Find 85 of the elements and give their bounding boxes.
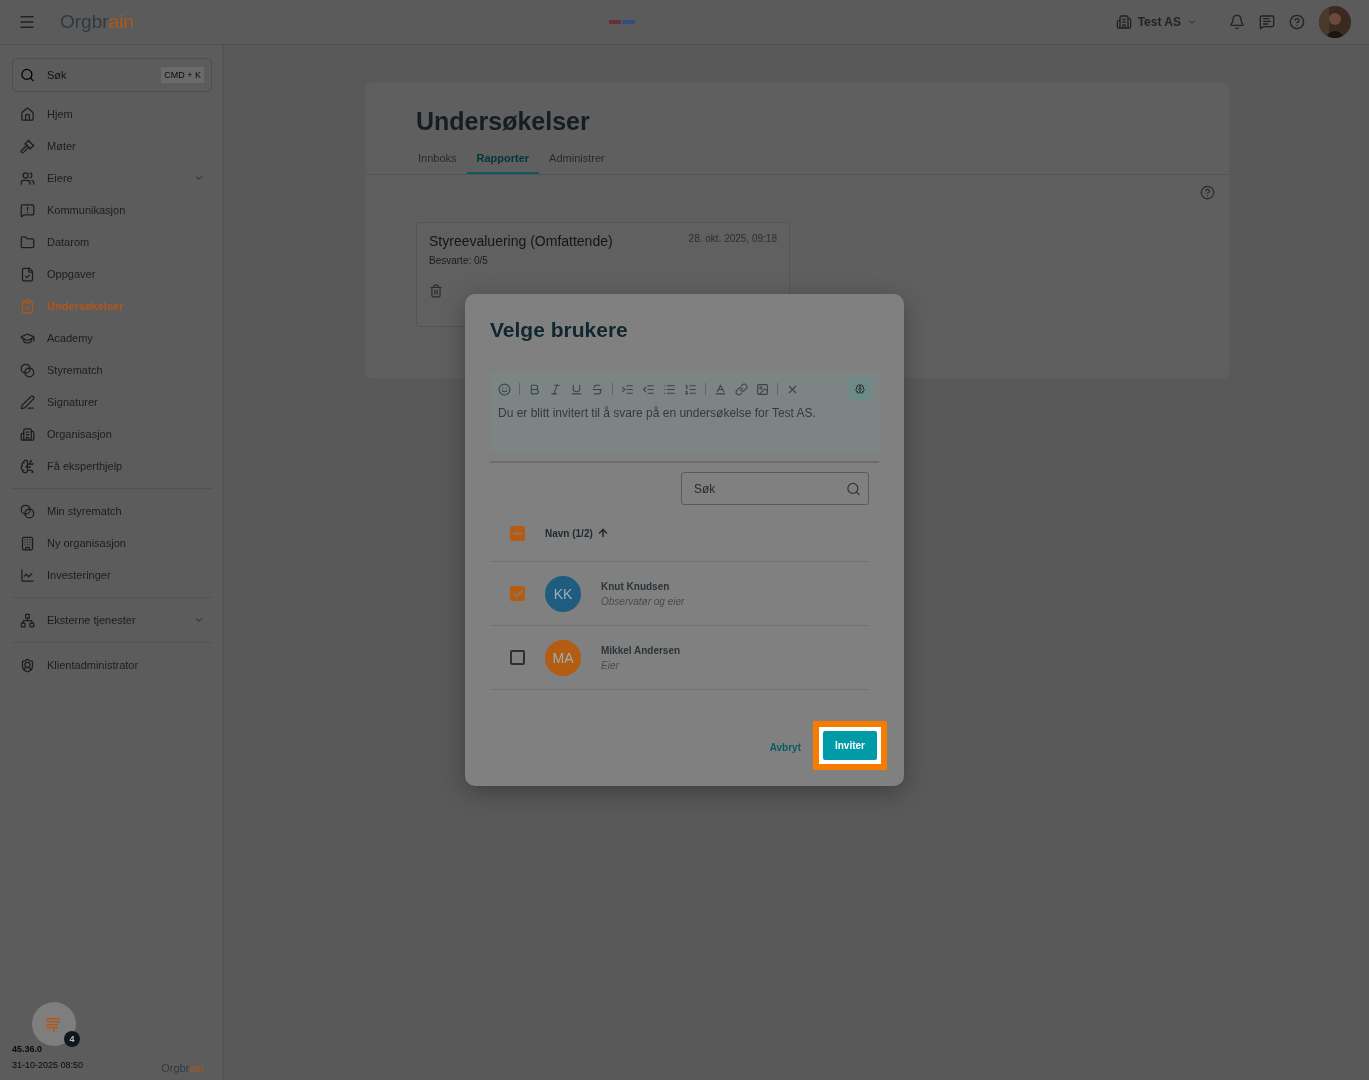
bullet-list-icon[interactable]	[663, 382, 676, 396]
folder-icon	[20, 234, 35, 250]
sidebar-item[interactable]: Møter	[12, 130, 212, 162]
numbered-list-icon[interactable]	[684, 382, 697, 396]
indent-icon[interactable]	[621, 382, 634, 396]
survey-title: Styreevaluering (Omfattende)	[429, 233, 613, 249]
document-check-icon	[20, 266, 35, 282]
italic-icon[interactable]	[549, 382, 562, 396]
message-editor[interactable]: Du er blitt invitert til å svare på en undersøkelse for Test AS.	[490, 372, 879, 452]
cancel-button[interactable]: Avbryt	[769, 741, 801, 753]
sidebar-item[interactable]: Klientadministrator	[12, 649, 212, 681]
sidebar-item[interactable]: Få eksperthjelp	[12, 450, 212, 482]
head-icon	[20, 458, 35, 474]
caret-icon	[1187, 17, 1197, 27]
answered-count: Besvarte: 0/5	[429, 255, 489, 266]
sidebar-item[interactable]: Ny organisasjon	[12, 527, 212, 559]
invite-button[interactable]: Inviter	[823, 731, 877, 760]
sidebar-item[interactable]: Organisasjon	[12, 418, 212, 450]
checkbox[interactable]	[510, 525, 525, 541]
sidebar-item[interactable]: Datarom	[12, 226, 212, 258]
sidebar-item[interactable]: Styrematch	[12, 354, 212, 386]
page-title: Undersøkelser	[415, 106, 591, 136]
home-icon	[20, 106, 35, 122]
sidebar-item[interactable]: Eksterne tjenester	[12, 604, 212, 636]
build-date: 31-10-2025 08:50	[12, 1060, 84, 1070]
user-name: Mikkel Andersen	[601, 644, 681, 656]
text-color-icon[interactable]	[714, 382, 727, 396]
ai-button[interactable]	[849, 378, 871, 400]
avatar: MA	[545, 639, 581, 676]
bold-icon[interactable]	[528, 382, 541, 396]
message-alert-icon	[20, 202, 35, 218]
sidebar-item[interactable]: Eiere	[12, 162, 212, 194]
help-icon[interactable]	[1289, 14, 1305, 30]
people-icon	[20, 170, 35, 186]
notification-badge: 4	[64, 1031, 80, 1047]
gavel-icon	[20, 138, 35, 154]
graduation-cap-icon	[20, 330, 35, 346]
help-bubble[interactable]	[32, 1002, 76, 1046]
checkbox[interactable]	[510, 650, 525, 665]
version-text: 45.36.0	[12, 1044, 43, 1054]
sidebar-item[interactable]: Kommunikasjon	[12, 194, 212, 226]
bell-icon[interactable]	[1229, 14, 1245, 30]
sidebar-item[interactable]: Min styrematch	[12, 495, 212, 527]
line-chart-icon	[20, 567, 35, 583]
column-header[interactable]: Navn (1/2)	[545, 527, 609, 539]
search-icon	[846, 481, 861, 496]
outdent-icon[interactable]	[642, 382, 655, 396]
tab[interactable]: Rapporter	[466, 152, 540, 174]
overlapping-circles-icon	[20, 362, 35, 378]
building-icon	[20, 535, 35, 551]
sidebar-item[interactable]: Undersøkelser	[12, 290, 212, 322]
emoji-icon[interactable]	[498, 382, 511, 396]
sidebar-item[interactable]: Investeringer	[12, 559, 212, 591]
message-text: Du er blitt invitert til å svare på en undersøkelse for Test AS.	[498, 406, 817, 420]
shortcut-hint: CMD + K	[161, 67, 204, 83]
chat-icon[interactable]	[1259, 14, 1275, 30]
user-name: Knut Knudsen	[601, 580, 671, 592]
sidebar-item[interactable]: Hjem	[12, 98, 212, 130]
sidebar-item[interactable]: Oppgaver	[12, 258, 212, 290]
network-icon	[20, 612, 35, 628]
avatar: KK	[545, 575, 581, 612]
strikethrough-icon[interactable]	[591, 382, 604, 396]
overlapping-circles-icon	[20, 503, 35, 519]
clipboard-check-icon	[20, 298, 35, 314]
sidebar-item[interactable]: Academy	[12, 322, 212, 354]
shield-user-icon	[20, 657, 35, 673]
logo-icon	[608, 19, 635, 25]
organization-selector[interactable]: Test AS	[1109, 13, 1203, 31]
sort-arrow-icon	[596, 527, 609, 539]
help-icon[interactable]	[1200, 185, 1215, 200]
search-icon	[20, 67, 35, 83]
search-field[interactable]: Søk	[681, 472, 869, 505]
pen-icon	[20, 394, 35, 410]
building-icon	[1115, 14, 1132, 30]
menu-icon[interactable]	[18, 13, 36, 31]
caret-icon	[194, 615, 204, 625]
link-icon[interactable]	[735, 382, 748, 396]
underline-icon[interactable]	[570, 382, 583, 396]
building-icon	[20, 426, 35, 442]
check-icon	[511, 587, 524, 600]
trash-icon[interactable]	[429, 284, 443, 298]
caret-icon	[194, 173, 204, 183]
checkbox[interactable]	[510, 586, 525, 601]
image-icon[interactable]	[756, 382, 769, 396]
sidebar-item[interactable]: Signaturer	[12, 386, 212, 418]
